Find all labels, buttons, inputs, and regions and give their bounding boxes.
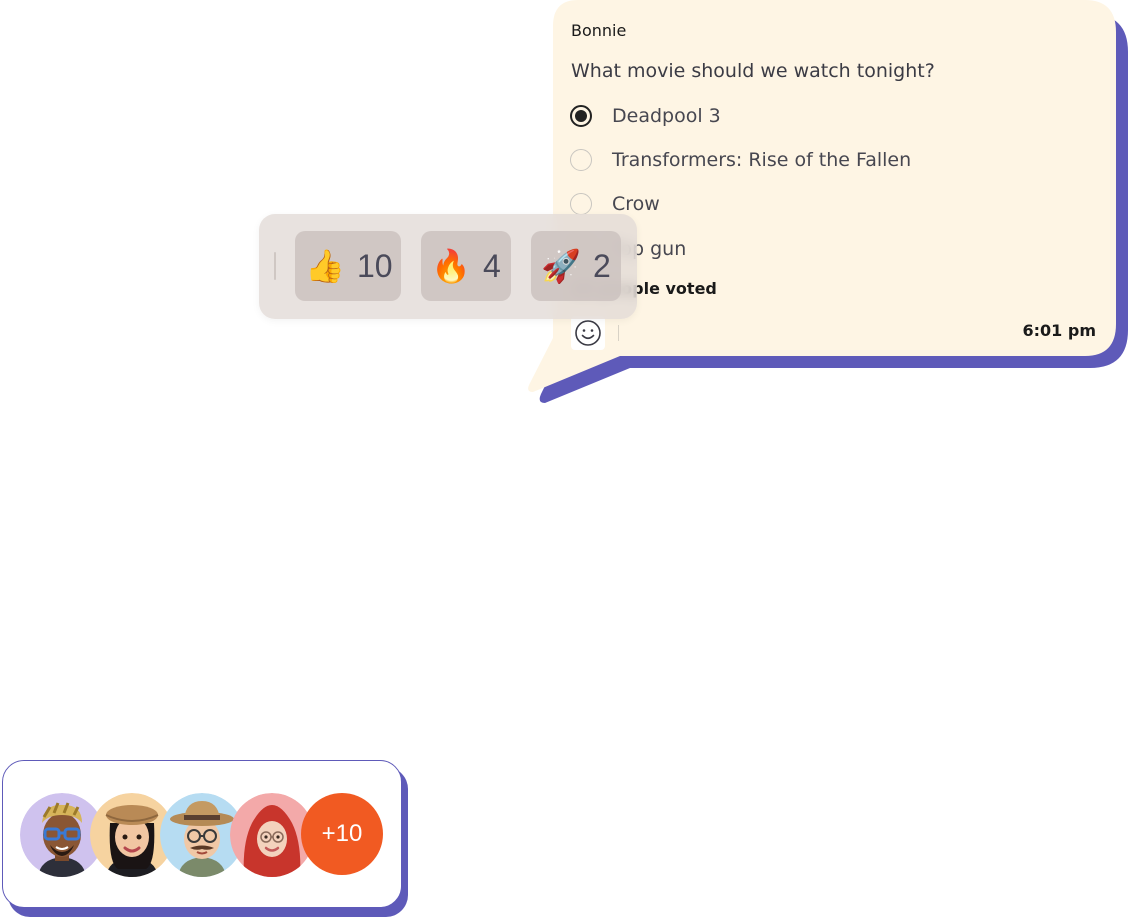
divider bbox=[618, 325, 619, 341]
poll-option-label: Transformers: Rise of the Fallen bbox=[612, 149, 912, 171]
reaction-thumbs-up-button[interactable]: 👍 10 bbox=[295, 231, 401, 301]
poll-option-label: Crow bbox=[612, 193, 660, 215]
radio-selected-icon[interactable] bbox=[570, 105, 592, 127]
poll-question: What movie should we watch tonight? bbox=[571, 60, 935, 82]
rocket-icon: 🚀 bbox=[541, 247, 581, 285]
chat-canvas: Bonnie What movie should we watch tonigh… bbox=[0, 0, 1128, 918]
reaction-count: 10 bbox=[357, 247, 393, 284]
more-participants-badge[interactable]: +10 bbox=[301, 793, 383, 875]
thumbs-up-icon: 👍 bbox=[305, 247, 345, 285]
radio-empty-icon[interactable] bbox=[570, 149, 592, 171]
sender-name: Bonnie bbox=[571, 21, 627, 40]
reaction-rocket-button[interactable]: 🚀 2 bbox=[531, 231, 621, 301]
reactions-bar: 👍 10 🔥 4 🚀 2 bbox=[259, 214, 637, 319]
fire-icon: 🔥 bbox=[431, 247, 471, 285]
reaction-count: 2 bbox=[593, 247, 611, 284]
poll-message: Bonnie What movie should we watch tonigh… bbox=[553, 0, 1116, 360]
radio-empty-icon[interactable] bbox=[570, 193, 592, 215]
reaction-count: 4 bbox=[483, 247, 501, 284]
participants-card: +10 bbox=[2, 760, 402, 908]
smiley-face-icon bbox=[575, 320, 601, 346]
poll-option-label: Deadpool 3 bbox=[612, 105, 721, 127]
poll-option-deadpool[interactable]: Deadpool 3 bbox=[570, 103, 721, 129]
message-timestamp: 6:01 pm bbox=[1022, 321, 1097, 340]
reaction-fire-button[interactable]: 🔥 4 bbox=[421, 231, 511, 301]
poll-option-transformers[interactable]: Transformers: Rise of the Fallen bbox=[570, 147, 911, 173]
divider bbox=[274, 252, 276, 280]
add-reaction-button[interactable] bbox=[571, 316, 605, 350]
